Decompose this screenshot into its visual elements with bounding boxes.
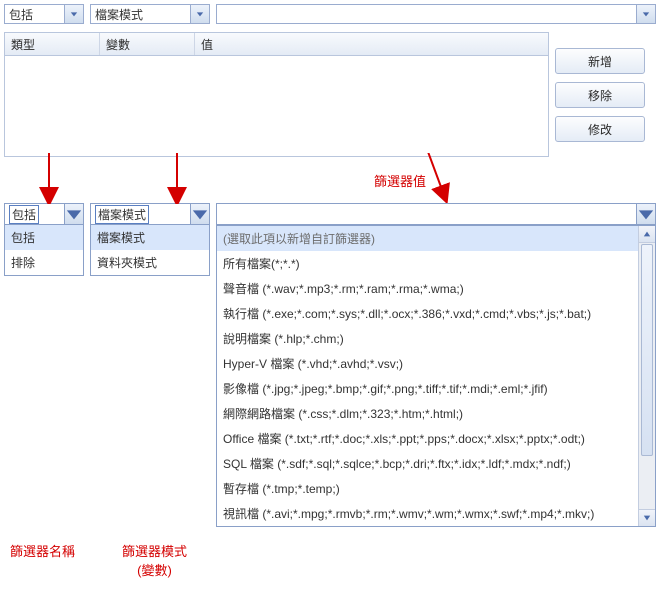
filter-mode-select-open[interactable]: 檔案模式 檔案模式 資料夾模式: [90, 203, 210, 276]
col-var[interactable]: 變數: [100, 33, 195, 55]
col-type[interactable]: 類型: [5, 33, 100, 55]
grid-body[interactable]: [5, 56, 548, 156]
filter-name-select-open[interactable]: 包括 包括 排除: [4, 203, 84, 276]
filter-mode-options: 檔案模式 資料夾模式: [91, 225, 209, 275]
list-item[interactable]: Office 檔案 (*.txt;*.rtf;*.doc;*.xls;*.ppt…: [217, 426, 655, 451]
remove-button[interactable]: 移除: [555, 82, 645, 108]
chevron-down-icon[interactable]: [190, 204, 209, 224]
scroll-thumb[interactable]: [641, 244, 653, 456]
option-file-mode[interactable]: 檔案模式: [91, 225, 209, 250]
list-item[interactable]: 所有檔案(*;*.*): [217, 251, 655, 276]
scroll-down-icon[interactable]: [639, 509, 655, 526]
list-item[interactable]: 影像檔 (*.jpg;*.jpeg;*.bmp;*.gif;*.png;*.ti…: [217, 376, 655, 401]
filter-mode-selected: 檔案模式: [95, 205, 149, 224]
scroll-up-icon[interactable]: [639, 226, 655, 243]
chevron-down-icon[interactable]: [636, 5, 655, 23]
col-value[interactable]: 值: [195, 33, 548, 55]
list-item[interactable]: 網際網路檔案 (*.css;*.dlm;*.323;*.htm;*.html;): [217, 401, 655, 426]
filter-value-options: (選取此項以新增自訂篩選器) 所有檔案(*;*.*) 聲音檔 (*.wav;*.…: [216, 225, 656, 527]
option-include[interactable]: 包括: [5, 225, 83, 250]
option-exclude[interactable]: 排除: [5, 250, 83, 275]
chevron-down-icon[interactable]: [64, 5, 83, 23]
modify-button[interactable]: 修改: [555, 116, 645, 142]
filter-name-selected: 包括: [9, 205, 39, 224]
list-item[interactable]: Hyper-V 檔案 (*.vhd;*.avhd;*.vsv;): [217, 351, 655, 376]
list-item[interactable]: 執行檔 (*.exe;*.com;*.sys;*.dll;*.ocx;*.386…: [217, 301, 655, 326]
filter-name-options: 包括 排除: [5, 225, 83, 275]
list-item[interactable]: 說明檔案 (*.hlp;*.chm;): [217, 326, 655, 351]
list-item[interactable]: 聲音檔 (*.wav;*.mp3;*.rm;*.ram;*.rma;*.wma;…: [217, 276, 655, 301]
chevron-down-icon[interactable]: [636, 204, 655, 224]
label-filter-mode-var: (變數): [122, 560, 187, 579]
top-filter-mode-value: 檔案模式: [95, 6, 143, 23]
filter-value-select-open[interactable]: [217, 204, 655, 224]
scrollbar[interactable]: [638, 226, 655, 526]
top-filter-mode-select[interactable]: 檔案模式: [90, 4, 210, 24]
top-filter-name-select[interactable]: 包括: [4, 4, 84, 24]
option-custom-filter[interactable]: (選取此項以新增自訂篩選器): [217, 226, 655, 251]
option-folder-mode[interactable]: 資料夾模式: [91, 250, 209, 275]
label-filter-name: 篩選器名稱: [10, 541, 75, 560]
top-filter-name-value: 包括: [9, 6, 33, 23]
top-filter-value-select[interactable]: [216, 4, 656, 24]
add-button[interactable]: 新增: [555, 48, 645, 74]
list-item[interactable]: 視訊檔 (*.avi;*.mpg;*.rmvb;*.rm;*.wmv;*.wm;…: [217, 501, 655, 526]
list-item[interactable]: 暫存檔 (*.tmp;*.temp;): [217, 476, 655, 501]
label-filter-mode: 篩選器模式: [122, 541, 187, 560]
list-item[interactable]: SQL 檔案 (*.sdf;*.sql;*.sqlce;*.bcp;*.dri;…: [217, 451, 655, 476]
grid-header: 類型 變數 值: [5, 33, 548, 56]
chevron-down-icon[interactable]: [190, 5, 209, 23]
label-filter-value: 篩選器值: [374, 171, 426, 190]
chevron-down-icon[interactable]: [64, 204, 83, 224]
filters-grid: 類型 變數 值: [4, 32, 549, 157]
